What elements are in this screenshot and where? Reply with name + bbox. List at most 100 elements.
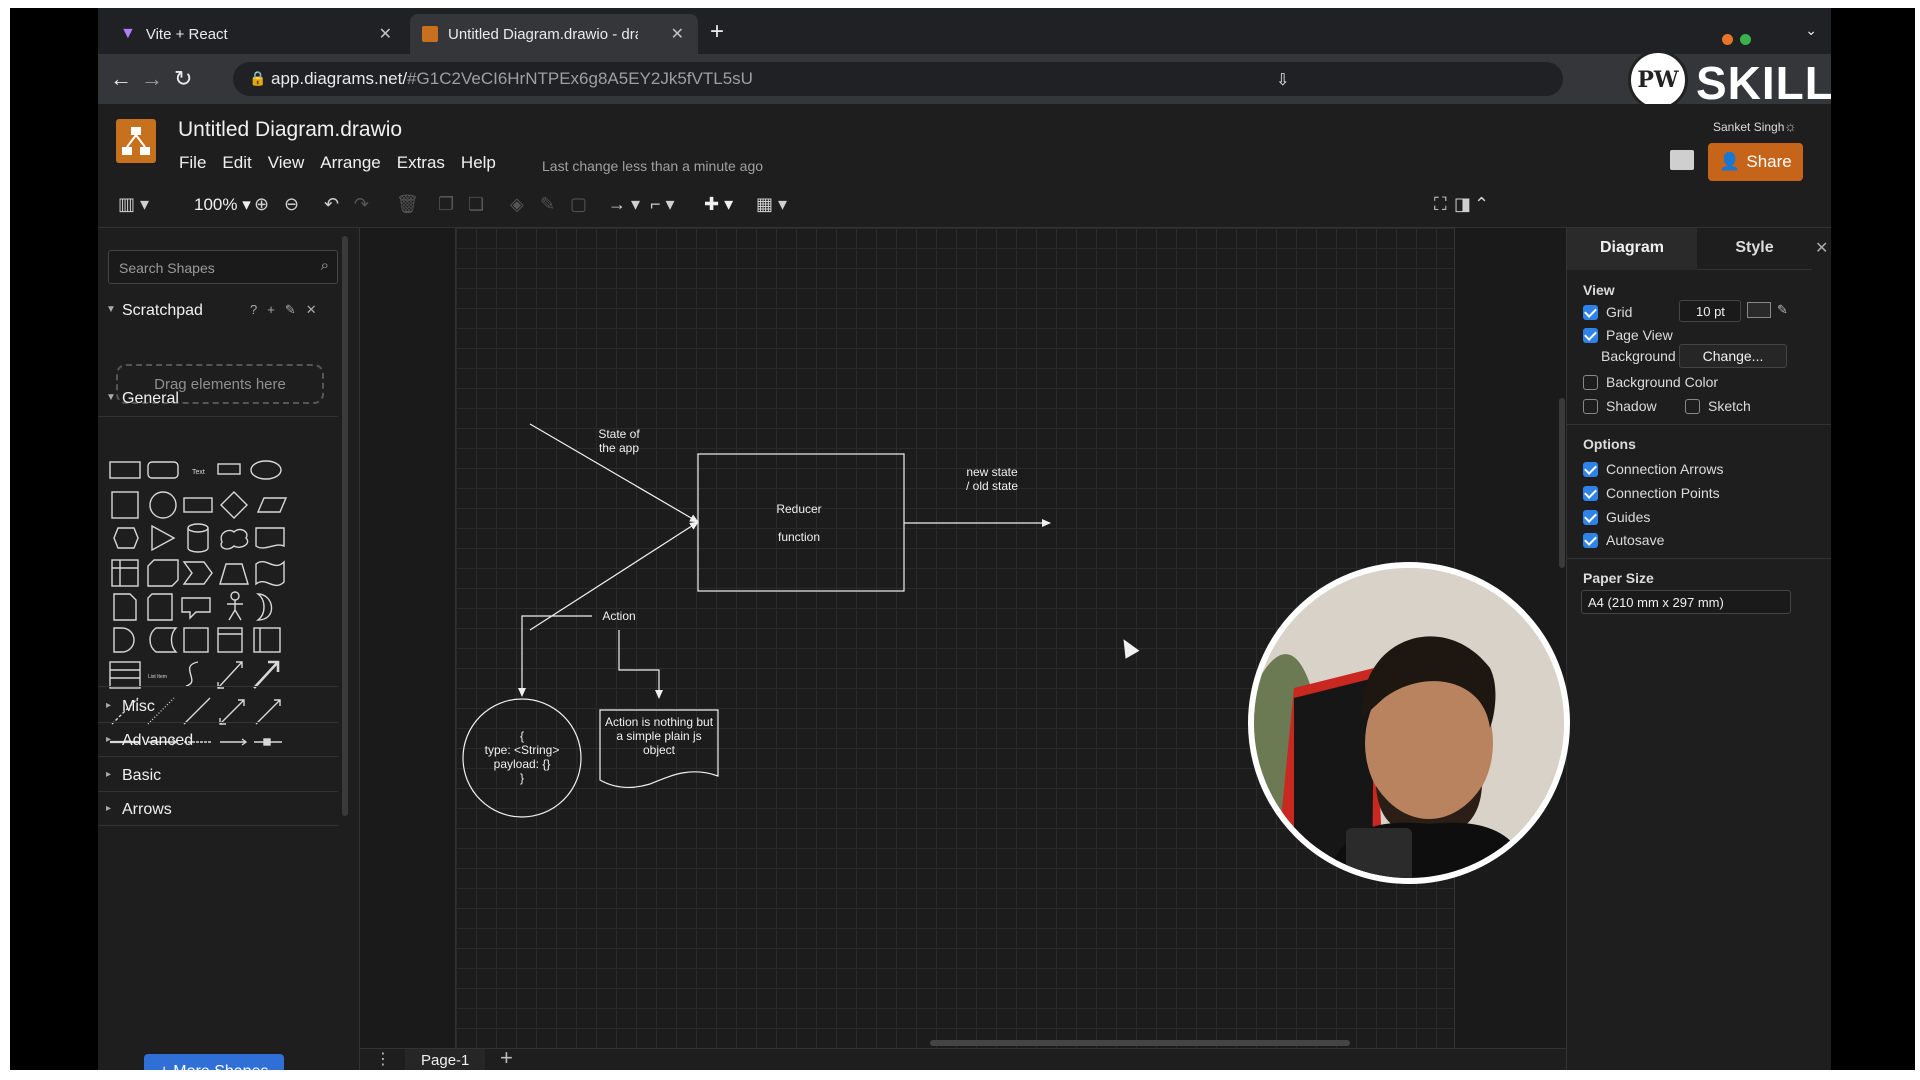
url-field[interactable]: 🔒 app.diagrams.net/#G1C2VeCI6HrNTPEx6g8A…	[233, 62, 1563, 96]
to-front-icon[interactable]: ❐	[438, 194, 454, 215]
change-background-button[interactable]: Change...	[1679, 344, 1787, 368]
pages-menu-icon[interactable]: ⋮	[375, 1049, 391, 1069]
diamond-shape-icon[interactable]	[220, 491, 248, 519]
browser-tab-vite[interactable]: ▼ Vite + React ✕	[108, 14, 406, 54]
list-item-shape-icon[interactable]: List Item	[148, 674, 167, 680]
table-icon[interactable]: ▦ ▾	[756, 194, 787, 215]
scratchpad-header[interactable]: ▼ Scratchpad ?+✎✕	[98, 296, 338, 326]
menu-file[interactable]: File	[179, 153, 206, 173]
autosave-checkbox[interactable]	[1583, 532, 1598, 548]
new-state-label-line1[interactable]: new state	[966, 465, 1018, 479]
card-shape-icon[interactable]	[147, 593, 173, 621]
delete-icon[interactable]: 🗑	[396, 194, 419, 215]
search-shapes-input[interactable]: Search Shapes ⌕	[108, 250, 338, 284]
more-shapes-button[interactable]: + More Shapes	[144, 1054, 284, 1070]
step-shape-icon[interactable]	[182, 561, 213, 585]
menu-help[interactable]: Help	[461, 153, 496, 173]
basic-header[interactable]: ▸ Basic	[98, 761, 338, 791]
reducer-box[interactable]	[697, 453, 905, 592]
rectangle-shape-icon[interactable]	[109, 461, 141, 479]
ellipse-shape-icon[interactable]	[250, 460, 282, 480]
document-title[interactable]: Untitled Diagram.drawio	[178, 118, 402, 142]
insert-icon[interactable]: ✚ ▾	[704, 194, 733, 215]
general-header[interactable]: ▼ General	[98, 384, 338, 414]
grid-color-swatch[interactable]	[1747, 302, 1771, 318]
zoom-out-icon[interactable]: ⊖	[284, 194, 299, 215]
note-shape-icon[interactable]	[113, 593, 137, 621]
data-storage-shape-icon[interactable]	[149, 627, 178, 653]
text-shape-icon[interactable]: Text	[192, 469, 205, 476]
eyedropper-icon[interactable]: ✎	[1777, 302, 1788, 318]
close-panel-icon[interactable]: ✕	[1815, 238, 1828, 258]
paper-size-select[interactable]: A4 (210 mm x 297 mm)	[1581, 590, 1791, 614]
delay-shape-icon[interactable]	[113, 627, 135, 653]
background-color-row[interactable]: Background Color	[1583, 372, 1718, 392]
list-shape-icon[interactable]	[109, 661, 141, 689]
frame-shape-icon[interactable]	[183, 627, 209, 653]
waypoints-icon[interactable]: ⌐ ▾	[650, 194, 675, 215]
comments-icon[interactable]	[1670, 150, 1694, 170]
collapse-icon[interactable]: ⌃	[1474, 194, 1489, 215]
browser-tab-drawio[interactable]: Untitled Diagram.drawio - draw ✕	[410, 14, 698, 54]
callout-shape-icon[interactable]	[181, 597, 211, 620]
tab-close-icon[interactable]: ✕	[379, 24, 392, 44]
undo-icon[interactable]: ↶	[324, 194, 339, 215]
sketch-checkbox[interactable]	[1685, 398, 1700, 414]
theme-sun-icon[interactable]: ☼	[1784, 118, 1797, 134]
grid-checkbox-row[interactable]: Grid	[1583, 302, 1632, 322]
page-tab[interactable]: Page-1 ⌃	[405, 1049, 485, 1070]
grid-size-input[interactable]: 10 pt	[1679, 300, 1741, 322]
fullscreen-icon[interactable]: ⛶	[1434, 194, 1447, 215]
format-panel-toggle-icon[interactable]: ▥ ▾	[118, 194, 149, 215]
line-color-icon[interactable]: ✎	[540, 194, 555, 215]
new-state-label-line2[interactable]: / old state	[966, 479, 1018, 493]
connection-style-icon[interactable]: → ▾	[608, 194, 640, 215]
trapezoid-shape-icon[interactable]	[219, 563, 249, 585]
container-shape-icon[interactable]	[111, 559, 139, 587]
connection-points-row[interactable]: Connection Points	[1583, 483, 1720, 503]
page-view-checkbox[interactable]	[1583, 327, 1598, 343]
parallelogram-shape-icon[interactable]	[256, 497, 288, 513]
actor-shape-icon[interactable]	[230, 591, 240, 601]
state-label-line1[interactable]: State of	[598, 427, 640, 441]
add-page-icon[interactable]: +	[500, 1045, 513, 1070]
sidebar-scrollbar[interactable]	[342, 236, 348, 816]
misc-header[interactable]: ▸ Misc	[98, 692, 338, 722]
shadow-checkbox[interactable]	[1583, 398, 1598, 414]
new-tab-icon[interactable]: +	[710, 20, 724, 44]
connection-arrows-checkbox[interactable]	[1583, 461, 1598, 477]
reducer-label-line2[interactable]: function	[778, 530, 820, 544]
canvas-horizontal-scrollbar[interactable]	[930, 1040, 1350, 1046]
to-back-icon[interactable]: ❏	[468, 194, 484, 215]
menu-view[interactable]: View	[268, 153, 305, 173]
reload-icon[interactable]: ↻	[174, 66, 192, 92]
share-button[interactable]: 👤 Share	[1708, 143, 1803, 181]
last-change-status[interactable]: Last change less than a minute ago	[542, 158, 763, 174]
panel-scrollbar[interactable]	[1559, 398, 1565, 568]
back-icon[interactable]: ←	[110, 66, 132, 92]
arrow-shape-icon[interactable]	[253, 660, 280, 689]
sketch-row[interactable]: Sketch	[1685, 396, 1751, 416]
autosave-row[interactable]: Autosave	[1583, 530, 1664, 550]
shadow-icon[interactable]: ▢	[570, 194, 587, 215]
guides-checkbox[interactable]	[1583, 509, 1598, 525]
tab-list-chevron-icon[interactable]: ⌄	[1805, 22, 1817, 39]
zoom-in-icon[interactable]: ⊕	[254, 194, 269, 215]
square-shape-icon[interactable]	[111, 491, 139, 519]
tab-close-icon[interactable]: ✕	[671, 24, 684, 44]
hexagon-shape-icon[interactable]	[113, 527, 139, 549]
action-to-note-connector[interactable]	[618, 630, 663, 699]
fill-color-icon[interactable]: ◈	[510, 194, 524, 215]
arrows-header[interactable]: ▸ Arrows	[98, 795, 338, 825]
page-view-checkbox-row[interactable]: Page View	[1583, 325, 1673, 345]
triangle-shape-icon[interactable]	[151, 524, 176, 552]
grid-checkbox[interactable]	[1583, 304, 1598, 320]
curve-shape-icon[interactable]	[185, 661, 199, 687]
zoom-dropdown[interactable]: 100% ▾	[194, 195, 251, 215]
forward-icon[interactable]: →	[141, 66, 163, 92]
swimlane-shape-icon[interactable]	[217, 627, 243, 653]
menu-arrange[interactable]: Arrange	[320, 153, 380, 173]
search-icon[interactable]: ⌕	[321, 257, 329, 274]
circle-shape-icon[interactable]	[149, 491, 177, 519]
process-bar-shape-icon[interactable]	[253, 627, 281, 653]
